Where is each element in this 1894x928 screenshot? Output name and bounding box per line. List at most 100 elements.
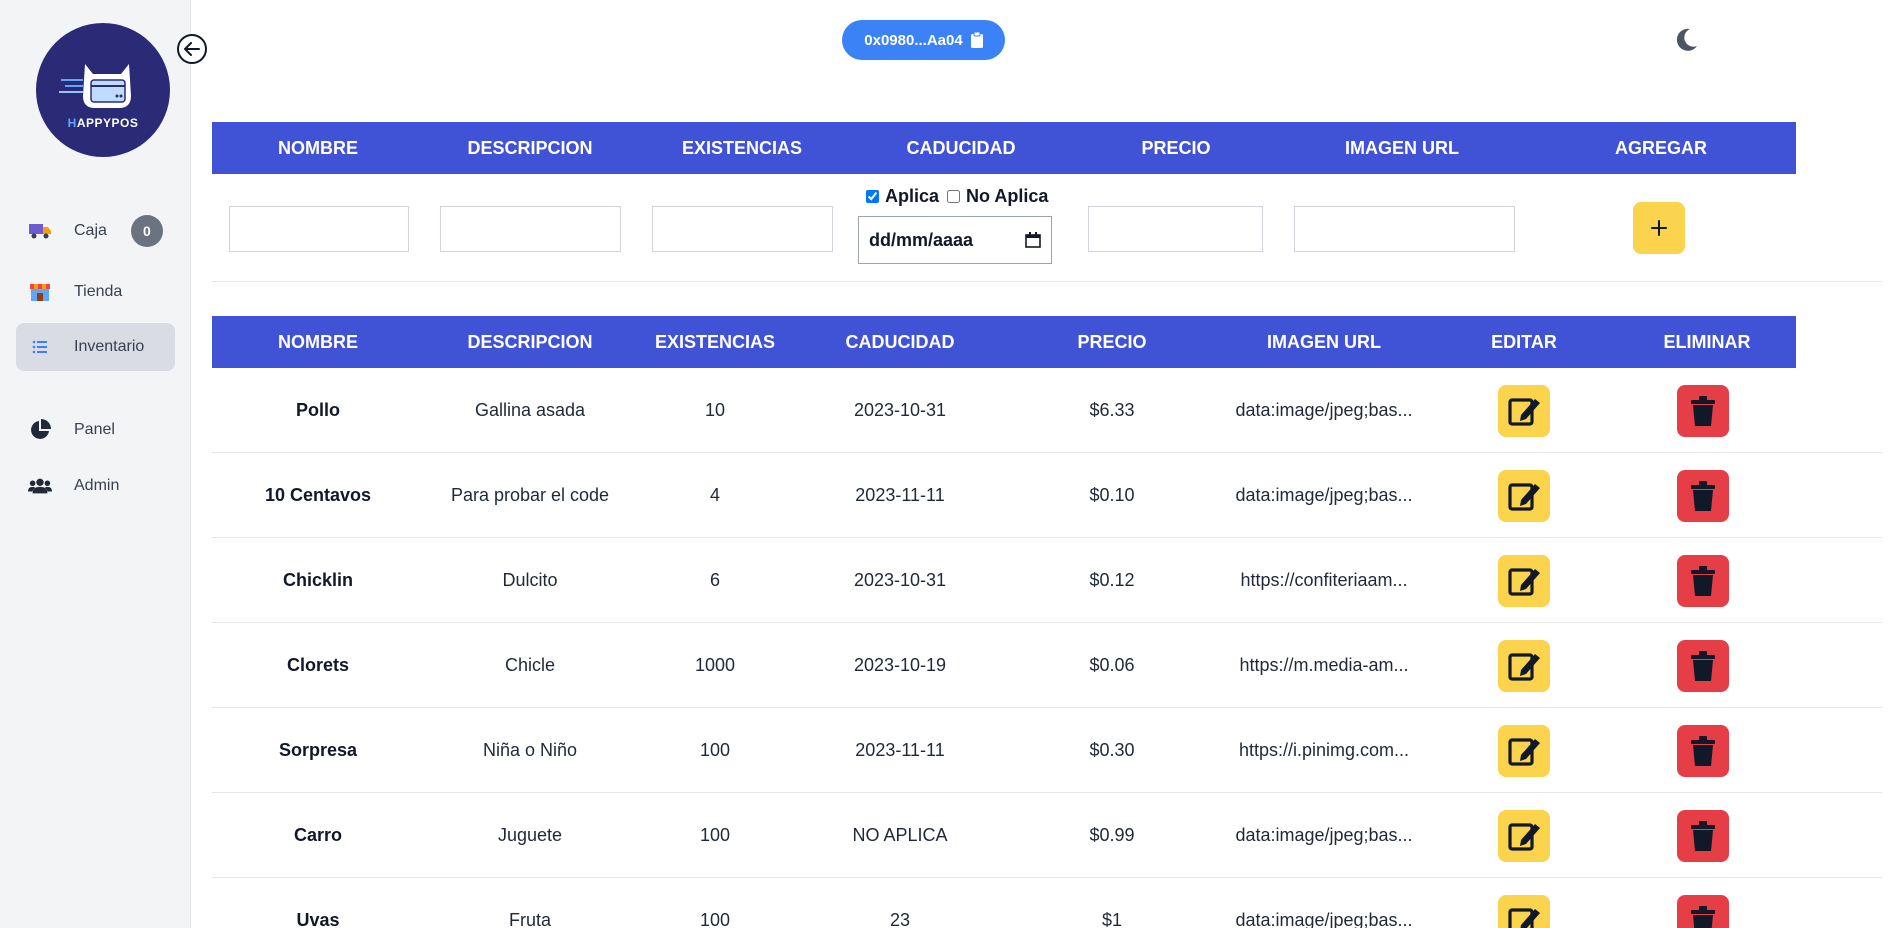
- inventory-table-header: NOMBRE DESCRIPCION EXISTENCIAS CADUCIDAD…: [212, 316, 1796, 368]
- edit-button[interactable]: [1498, 555, 1550, 607]
- cell-precio: $0.12: [1089, 570, 1135, 590]
- cell-precio: $0.99: [1089, 825, 1135, 845]
- cell-caducidad: 2023-10-31: [853, 400, 947, 420]
- delete-button[interactable]: [1677, 640, 1729, 692]
- delete-button[interactable]: [1677, 810, 1729, 862]
- sidebar-item-tienda[interactable]: Tienda: [16, 268, 175, 316]
- imagen-url-input[interactable]: [1294, 206, 1515, 252]
- col-precio: PRECIO: [1077, 331, 1147, 352]
- sidebar-item-label: Inventario: [74, 338, 145, 355]
- cell-existencias: 100: [699, 910, 731, 928]
- cell-nombre: Clorets: [286, 655, 349, 675]
- add-product-form: Aplica No Aplica dd/mm/aaaa: [212, 174, 1882, 282]
- cell-descripcion: Fruta: [508, 910, 551, 928]
- cell-nombre: Chicklin: [282, 570, 353, 590]
- logo-text: HAPPYPOS: [67, 116, 139, 130]
- cell-descripcion: Dulcito: [502, 570, 558, 590]
- cell-existencias: 4: [709, 485, 720, 505]
- truck-icon: [28, 219, 52, 243]
- table-row: Pollo Gallina asada 10 2023-10-31 $6.33 data:…: [212, 368, 1882, 453]
- edit-button[interactable]: [1498, 385, 1550, 437]
- add-product-button[interactable]: [1633, 202, 1685, 254]
- edit-button[interactable]: [1498, 470, 1550, 522]
- col-descripcion: DESCRIPCION: [467, 331, 593, 352]
- edit-icon: [1508, 653, 1540, 681]
- users-icon: [28, 474, 52, 498]
- sidebar-item-caja[interactable]: Caja 0: [16, 207, 175, 255]
- edit-icon: [1508, 398, 1540, 426]
- delete-button[interactable]: [1677, 555, 1729, 607]
- cell-imagen-url: data:image/jpeg;bas...: [1235, 485, 1413, 505]
- date-placeholder: dd/mm/aaaa: [869, 229, 974, 250]
- precio-input[interactable]: [1088, 206, 1263, 252]
- edit-button[interactable]: [1498, 895, 1550, 928]
- sidebar-item-inventario[interactable]: Inventario: [16, 323, 175, 371]
- table-row: Carro Juguete 100 NO APLICA $0.99 data:image/…: [212, 793, 1882, 878]
- header-descripcion: DESCRIPCION: [467, 137, 593, 158]
- col-nombre: NOMBRE: [278, 331, 358, 352]
- collapse-sidebar-button[interactable]: [177, 34, 207, 64]
- delete-button[interactable]: [1677, 470, 1729, 522]
- trash-icon: [1691, 651, 1715, 681]
- cell-nombre: 10 Centavos: [264, 485, 372, 505]
- header-agregar: AGREGAR: [1614, 137, 1707, 158]
- cell-caducidad: NO APLICA: [852, 825, 948, 845]
- cell-existencias: 1000: [694, 655, 736, 675]
- cell-imagen-url: data:image/jpeg;bas...: [1235, 825, 1413, 845]
- wallet-address-button[interactable]: 0x0980...Aa04: [842, 20, 1005, 60]
- cell-descripcion: Gallina asada: [474, 400, 586, 420]
- cell-imagen-url: data:image/jpeg;bas...: [1235, 910, 1413, 928]
- cell-existencias: 100: [699, 740, 731, 760]
- calendar-icon[interactable]: [1025, 232, 1041, 248]
- header-nombre: NOMBRE: [278, 137, 358, 158]
- table-row: Uvas Fruta 100 23 $1 data:image/jpeg;bas...: [212, 878, 1882, 928]
- existencias-input[interactable]: [652, 206, 833, 252]
- sidebar-item-admin[interactable]: Admin: [16, 462, 175, 510]
- no-aplica-checkbox[interactable]: [947, 190, 961, 203]
- add-form-header: NOMBRE DESCRIPCION EXISTENCIAS CADUCIDAD…: [212, 122, 1796, 174]
- cell-caducidad: 2023-11-11: [855, 485, 945, 505]
- header-precio: PRECIO: [1141, 137, 1211, 158]
- sidebar-item-label: Caja: [74, 222, 107, 239]
- edit-button[interactable]: [1498, 640, 1550, 692]
- cell-precio: $1: [1101, 910, 1123, 928]
- col-imagen-url: IMAGEN URL: [1267, 331, 1381, 352]
- edit-icon: [1508, 738, 1540, 766]
- delete-button[interactable]: [1677, 895, 1729, 928]
- app-logo: HAPPYPOS: [36, 23, 170, 157]
- header-caducidad: CADUCIDAD: [906, 137, 1016, 158]
- delete-button[interactable]: [1677, 725, 1729, 777]
- dark-mode-toggle[interactable]: [1672, 26, 1700, 54]
- edit-button[interactable]: [1498, 725, 1550, 777]
- descripcion-input[interactable]: [440, 206, 621, 252]
- cell-imagen-url: data:image/jpeg;bas...: [1235, 400, 1413, 420]
- cell-precio: $6.33: [1089, 400, 1135, 420]
- cell-caducidad: 2023-10-19: [853, 655, 947, 675]
- caducidad-date-input[interactable]: dd/mm/aaaa: [858, 216, 1052, 264]
- cell-existencias: 10: [704, 400, 726, 420]
- edit-icon: [1508, 908, 1540, 928]
- cell-existencias: 100: [699, 825, 731, 845]
- aplica-checkbox[interactable]: [866, 190, 879, 203]
- delete-button[interactable]: [1677, 385, 1729, 437]
- table-row: Sorpresa Niña o Niño 100 2023-11-11 $0.30 htt…: [212, 708, 1882, 793]
- cell-imagen-url: https://confiteriaam...: [1240, 570, 1408, 590]
- nombre-input[interactable]: [229, 206, 409, 252]
- no-aplica-label: No Aplica: [966, 186, 1049, 206]
- trash-icon: [1691, 821, 1715, 851]
- sidebar-item-label: Tienda: [74, 283, 123, 300]
- clipboard-icon: [970, 32, 983, 48]
- sidebar-item-panel[interactable]: Panel: [16, 406, 175, 454]
- cell-nombre: Pollo: [296, 400, 340, 420]
- col-existencias: EXISTENCIAS: [654, 331, 776, 352]
- cell-nombre: Uvas: [296, 910, 340, 928]
- edit-icon: [1508, 823, 1540, 851]
- col-eliminar: ELIMINAR: [1663, 331, 1751, 352]
- cell-caducidad: 2023-11-11: [855, 740, 945, 760]
- col-caducidad: CADUCIDAD: [845, 331, 955, 352]
- edit-button[interactable]: [1498, 810, 1550, 862]
- wallet-address: 0x0980...Aa04: [864, 31, 963, 49]
- store-icon: [28, 280, 52, 304]
- list-icon: [28, 335, 52, 359]
- cell-existencias: 6: [709, 570, 720, 590]
